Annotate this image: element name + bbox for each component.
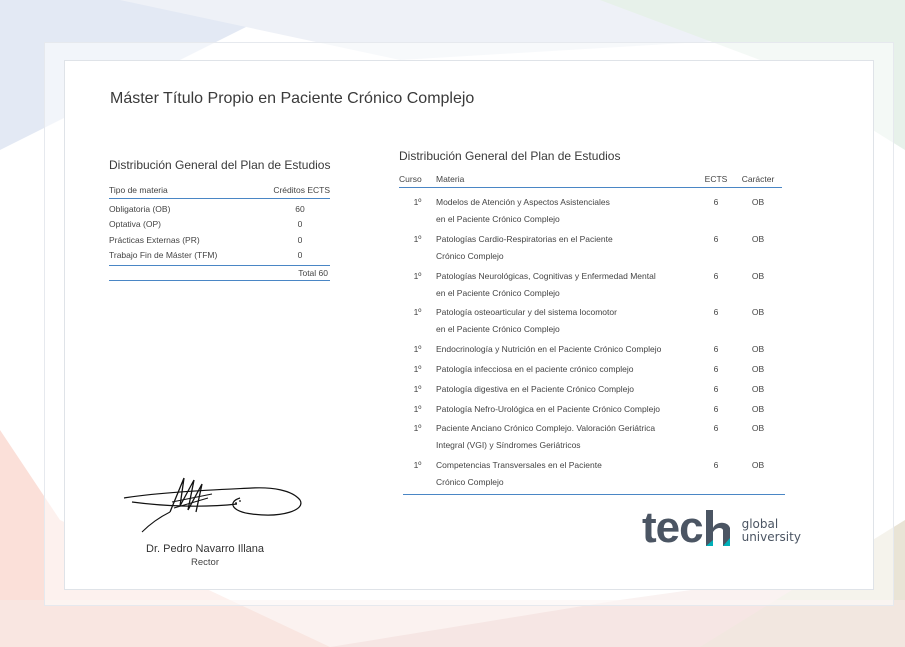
plan-curso: 1º — [413, 233, 422, 244]
credits-summary-table: Tipo de materia Créditos ECTS Obligatori… — [109, 181, 330, 281]
study-plan-table: Curso Materia ECTS Carácter 1º Modelos de… — [399, 170, 785, 495]
plan-row: 1º Patologías Neurológicas, Cognitivas y … — [399, 268, 782, 302]
plan-materia: Patología osteoarticular y del sistema l… — [436, 307, 617, 335]
plan-ects: 6 — [713, 344, 719, 355]
plan-caracter: OB — [751, 363, 765, 374]
plan-ects: 6 — [713, 363, 719, 374]
plan-caracter: OB — [751, 383, 765, 394]
summary-row: Trabajo Fin de Máster (TFM) 0 — [109, 248, 330, 264]
plan-curso: 1º — [413, 403, 422, 414]
plan-curso: 1º — [413, 423, 422, 434]
plan-row: 1º Patología osteoarticular y del sistema… — [399, 304, 782, 338]
plan-caracter: OB — [751, 307, 765, 318]
signatory-role: Rector — [191, 557, 219, 568]
plan-header-row: Curso Materia ECTS Carácter — [399, 170, 782, 188]
summary-tipo: Prácticas Externas (PR) — [109, 234, 200, 245]
plan-materia: Patologías Neurológicas, Cognitivas y En… — [436, 270, 656, 298]
plan-materia: Patología digestiva en el Paciente Cróni… — [436, 383, 634, 394]
plan-curso: 1º — [413, 363, 422, 374]
plan-materia: Competencias Transversales en el Pacient… — [436, 460, 602, 488]
summary-tipo: Optativa (OP) — [109, 219, 161, 230]
plan-materia: Paciente Anciano Crónico Complejo. Valor… — [436, 423, 656, 451]
signatory-name: Dr. Pedro Navarro Illana — [146, 543, 264, 555]
plan-materia: Patología infecciosa en el paciente crón… — [436, 363, 634, 374]
plan-ects: 6 — [713, 233, 719, 244]
logo-h-mark-icon — [705, 510, 730, 546]
plan-curso: 1º — [413, 460, 422, 471]
plan-ects: 6 — [713, 197, 719, 207]
plan-materia: Patología Nefro-Urológica en el Paciente… — [436, 403, 660, 414]
plan-caracter: OB — [751, 423, 765, 434]
plan-curso: 1º — [413, 197, 422, 207]
plan-bottom-rule — [403, 493, 785, 495]
summary-tipo: Obligatoria (OB) — [109, 203, 171, 214]
summary-tipo: Trabajo Fin de Máster (TFM) — [109, 250, 218, 261]
plan-ects: 6 — [713, 383, 719, 394]
plan-row: 1º Patología digestiva en el Paciente Cró… — [399, 381, 782, 398]
summary-col-tipo: Tipo de materia — [109, 184, 168, 195]
logo-wordmark-tec: tec — [642, 503, 704, 552]
summary-row: Prácticas Externas (PR) 0 — [109, 232, 330, 248]
plan-caracter: OB — [751, 270, 765, 281]
summary-total: Total 60 — [109, 265, 330, 281]
plan-ects: 6 — [713, 423, 719, 434]
summary-creditos: 0 — [297, 219, 303, 230]
plan-ects: 6 — [713, 307, 719, 318]
plan-caracter: OB — [751, 460, 765, 471]
plan-ects: 6 — [713, 403, 719, 414]
plan-row: 1º Patología Nefro-Urológica en el Pacien… — [399, 401, 782, 418]
summary-row: Optativa (OP) 0 — [109, 217, 330, 233]
plan-col-ects: ECTS — [704, 173, 728, 184]
document-title: Máster Título Propio en Paciente Crónico… — [110, 90, 475, 107]
summary-creditos: 0 — [297, 234, 303, 245]
plan-materia: Patologías Cardio-Respiratorias en el Pa… — [436, 233, 613, 261]
summary-header-row: Tipo de materia Créditos ECTS — [109, 181, 330, 199]
tech-logo: tec global university — [642, 503, 801, 552]
plan-heading: Distribución General del Plan de Estudio… — [399, 149, 621, 163]
plan-caracter: OB — [751, 197, 765, 207]
plan-curso: 1º — [413, 307, 422, 318]
plan-row: 1º Paciente Anciano Crónico Complejo. Val… — [399, 420, 782, 454]
plan-curso: 1º — [413, 383, 422, 394]
plan-materia: Endocrinología y Nutrición en el Pacient… — [436, 344, 662, 355]
plan-ects: 6 — [713, 460, 719, 471]
summary-col-creditos: Créditos ECTS — [273, 184, 330, 195]
summary-heading: Distribución General del Plan de Estudio… — [109, 158, 331, 172]
plan-ects: 6 — [713, 270, 719, 281]
summary-creditos: 60 — [295, 203, 305, 214]
plan-col-materia: Materia — [436, 173, 465, 184]
plan-curso: 1º — [413, 344, 422, 355]
signature-image — [123, 477, 302, 533]
logo-line2: university — [741, 530, 801, 544]
plan-caracter: OB — [751, 403, 765, 414]
plan-curso: 1º — [413, 270, 422, 281]
summary-row: Obligatoria (OB) 60 — [109, 201, 330, 217]
logo-tagline: global university — [742, 518, 801, 544]
plan-row: 1º Patologías Cardio-Respiratorias en el … — [399, 231, 782, 265]
plan-materia: Modelos de Atención y Aspectos Asistenci… — [436, 197, 610, 224]
plan-caracter: OB — [751, 344, 765, 355]
plan-col-caracter: Carácter — [741, 173, 775, 184]
plan-caracter: OB — [751, 233, 765, 244]
plan-row: 1º Endocrinología y Nutrición en el Pacie… — [399, 341, 782, 358]
summary-creditos: 0 — [297, 250, 303, 261]
plan-row: 1º Competencias Transversales en el Pacie… — [399, 457, 782, 491]
plan-body: 1º Modelos de Atención y Aspectos Asisten… — [399, 188, 782, 491]
plan-col-curso: Curso — [399, 173, 422, 184]
plan-row: 1º Modelos de Atención y Aspectos Asisten… — [399, 194, 782, 228]
plan-row: 1º Patología infecciosa en el paciente cr… — [399, 361, 782, 378]
